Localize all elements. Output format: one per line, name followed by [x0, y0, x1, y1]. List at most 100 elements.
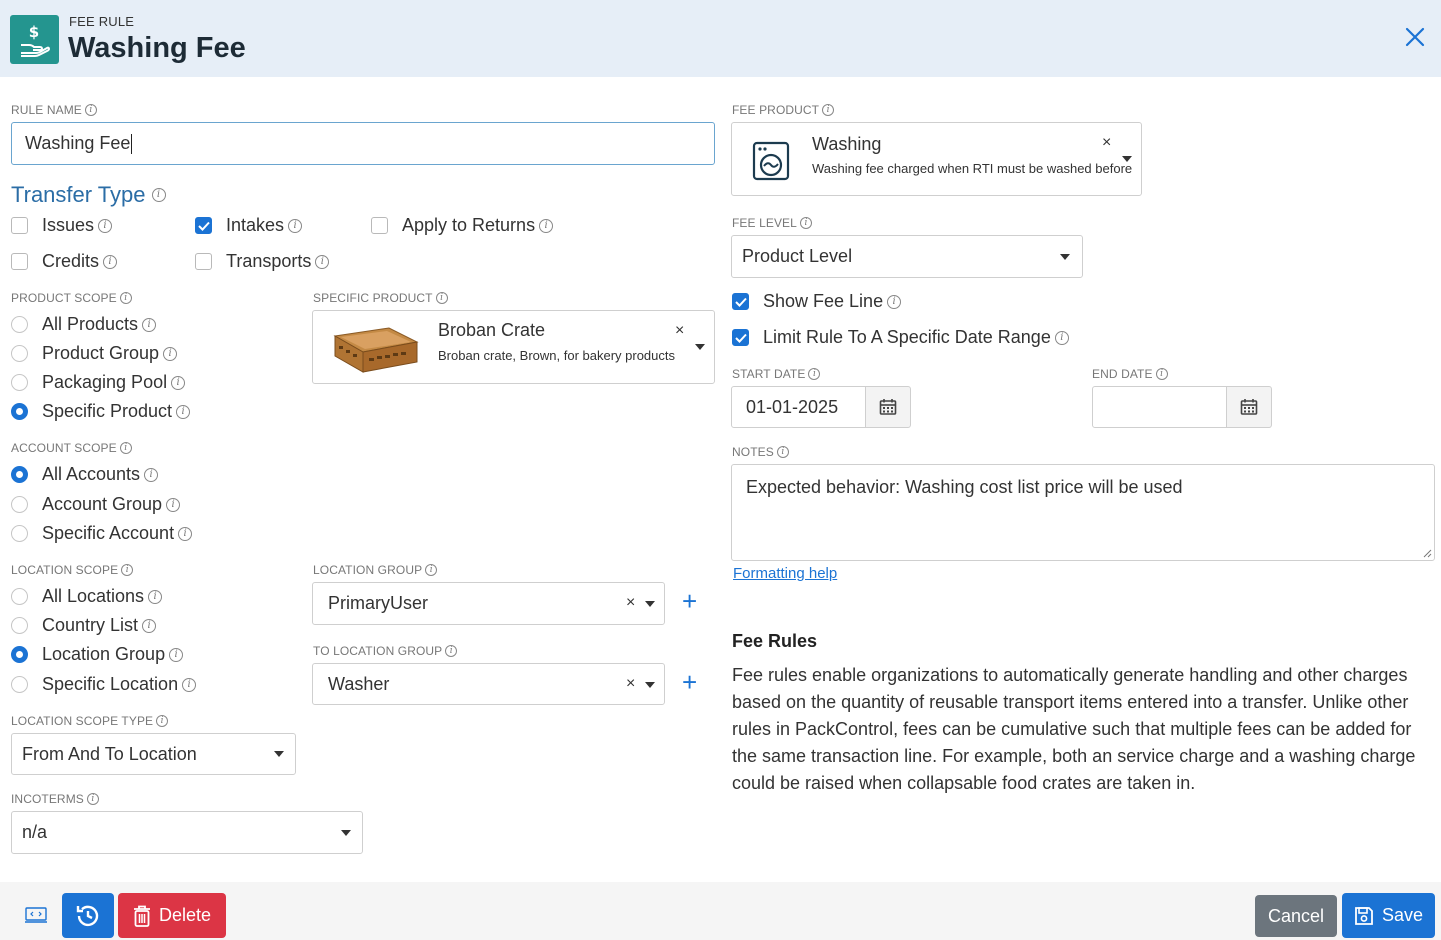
- info-icon[interactable]: i: [171, 375, 186, 390]
- incoterms-select[interactable]: n/a: [11, 811, 363, 854]
- checkbox-issues[interactable]: Issues i: [11, 215, 113, 236]
- add-location-group-button[interactable]: +: [682, 588, 697, 614]
- info-icon[interactable]: i: [148, 589, 163, 604]
- info-icon[interactable]: i: [799, 217, 812, 229]
- close-icon[interactable]: [1402, 24, 1428, 50]
- info-icon[interactable]: i: [103, 254, 118, 269]
- end-date-input[interactable]: [1092, 386, 1227, 428]
- info-icon[interactable]: i: [86, 793, 99, 805]
- info-icon[interactable]: i: [315, 254, 330, 269]
- clear-icon[interactable]: ×: [1102, 134, 1111, 152]
- checkbox-limit-date-range[interactable]: Limit Rule To A Specific Date Range i: [732, 327, 1069, 348]
- info-icon[interactable]: i: [169, 647, 184, 662]
- checkbox-box[interactable]: [195, 253, 212, 270]
- radio-all-products[interactable]: All Products i: [11, 314, 157, 335]
- chevron-down-icon[interactable]: [341, 830, 351, 836]
- checkbox-box[interactable]: [11, 217, 28, 234]
- checkbox-show-fee-line[interactable]: Show Fee Line i: [732, 291, 902, 312]
- clear-icon[interactable]: ×: [675, 322, 684, 340]
- radio-specific-account[interactable]: Specific Account i: [11, 523, 193, 544]
- radio-circle[interactable]: [11, 676, 28, 693]
- checkbox-intakes[interactable]: Intakes i: [195, 215, 303, 236]
- chevron-down-icon[interactable]: [1122, 156, 1132, 162]
- specific-product-select[interactable]: Broban Crate Broban crate, Brown, for ba…: [312, 310, 715, 384]
- calendar-icon[interactable]: [865, 386, 911, 428]
- radio-circle[interactable]: [11, 525, 28, 542]
- radio-circle[interactable]: [11, 374, 28, 391]
- info-icon[interactable]: i: [445, 645, 458, 657]
- info-icon[interactable]: i: [822, 104, 835, 116]
- info-icon[interactable]: i: [163, 346, 178, 361]
- info-icon[interactable]: i: [1155, 368, 1168, 380]
- info-icon[interactable]: i: [288, 218, 303, 233]
- radio-specific-location[interactable]: Specific Location i: [11, 674, 197, 695]
- info-icon[interactable]: i: [808, 368, 821, 380]
- info-icon[interactable]: i: [142, 618, 157, 633]
- radio-circle-selected[interactable]: [11, 466, 28, 483]
- radio-location-group[interactable]: Location Group i: [11, 644, 184, 665]
- chevron-down-icon[interactable]: [695, 344, 705, 350]
- calendar-icon[interactable]: [1226, 386, 1272, 428]
- notes-textarea[interactable]: Expected behavior: Washing cost list pri…: [731, 464, 1435, 561]
- info-icon[interactable]: i: [119, 292, 132, 304]
- checkbox-box-checked[interactable]: [195, 217, 212, 234]
- clear-icon[interactable]: ×: [626, 675, 635, 693]
- radio-packaging-pool[interactable]: Packaging Pool i: [11, 372, 186, 393]
- formatting-help-link[interactable]: Formatting help: [733, 565, 837, 582]
- fee-level-select[interactable]: Product Level: [731, 235, 1083, 278]
- info-icon[interactable]: i: [176, 404, 191, 419]
- chevron-down-icon[interactable]: [274, 751, 284, 757]
- chevron-down-icon[interactable]: [645, 601, 655, 607]
- add-to-location-group-button[interactable]: +: [682, 669, 697, 695]
- info-icon[interactable]: i: [178, 526, 193, 541]
- start-date-input[interactable]: 01-01-2025: [731, 386, 866, 428]
- info-icon[interactable]: i: [435, 292, 448, 304]
- info-icon[interactable]: i: [425, 564, 438, 576]
- history-button[interactable]: [62, 893, 114, 938]
- info-icon[interactable]: i: [98, 218, 113, 233]
- info-icon[interactable]: i: [119, 442, 132, 454]
- info-icon[interactable]: i: [539, 218, 554, 233]
- radio-circle[interactable]: [11, 345, 28, 362]
- rule-name-input[interactable]: Washing Fee: [11, 122, 715, 165]
- checkbox-box[interactable]: [11, 253, 28, 270]
- info-icon[interactable]: i: [166, 497, 181, 512]
- checkbox-credits[interactable]: Credits i: [11, 251, 118, 272]
- checkbox-box[interactable]: [371, 217, 388, 234]
- location-scope-type-select[interactable]: From And To Location: [11, 733, 296, 775]
- checkbox-apply-to-returns[interactable]: Apply to Returns i: [371, 215, 554, 236]
- chevron-down-icon[interactable]: [645, 682, 655, 688]
- info-icon[interactable]: i: [142, 317, 157, 332]
- info-icon[interactable]: i: [144, 467, 159, 482]
- chevron-down-icon[interactable]: [1060, 254, 1070, 260]
- radio-country-list[interactable]: Country List i: [11, 615, 157, 636]
- info-icon[interactable]: i: [121, 564, 134, 576]
- clear-icon[interactable]: ×: [626, 594, 635, 612]
- save-button[interactable]: Save: [1342, 893, 1435, 938]
- info-icon[interactable]: i: [1054, 330, 1069, 345]
- radio-circle-selected[interactable]: [11, 403, 28, 420]
- radio-all-locations[interactable]: All Locations i: [11, 586, 163, 607]
- radio-all-accounts[interactable]: All Accounts i: [11, 464, 159, 485]
- info-icon[interactable]: i: [887, 294, 902, 309]
- radio-circle[interactable]: [11, 617, 28, 634]
- radio-circle[interactable]: [11, 496, 28, 513]
- radio-product-group[interactable]: Product Group i: [11, 343, 178, 364]
- info-icon[interactable]: i: [151, 188, 166, 202]
- radio-circle-selected[interactable]: [11, 646, 28, 663]
- to-location-group-select[interactable]: Washer ×: [312, 663, 665, 705]
- info-icon[interactable]: i: [156, 715, 169, 727]
- radio-specific-product[interactable]: Specific Product i: [11, 401, 191, 422]
- radio-circle[interactable]: [11, 588, 28, 605]
- location-group-select[interactable]: PrimaryUser ×: [312, 582, 665, 625]
- delete-button[interactable]: Delete: [118, 893, 226, 938]
- fee-product-select[interactable]: Washing Washing fee charged when RTI mus…: [731, 122, 1142, 196]
- info-icon[interactable]: i: [182, 677, 197, 692]
- info-icon[interactable]: i: [776, 446, 789, 458]
- resize-handle-icon[interactable]: [1422, 548, 1432, 558]
- checkbox-box-checked[interactable]: [732, 329, 749, 346]
- radio-circle[interactable]: [11, 316, 28, 333]
- cancel-button[interactable]: Cancel: [1255, 895, 1337, 937]
- info-icon[interactable]: i: [84, 104, 97, 116]
- checkbox-box-checked[interactable]: [732, 293, 749, 310]
